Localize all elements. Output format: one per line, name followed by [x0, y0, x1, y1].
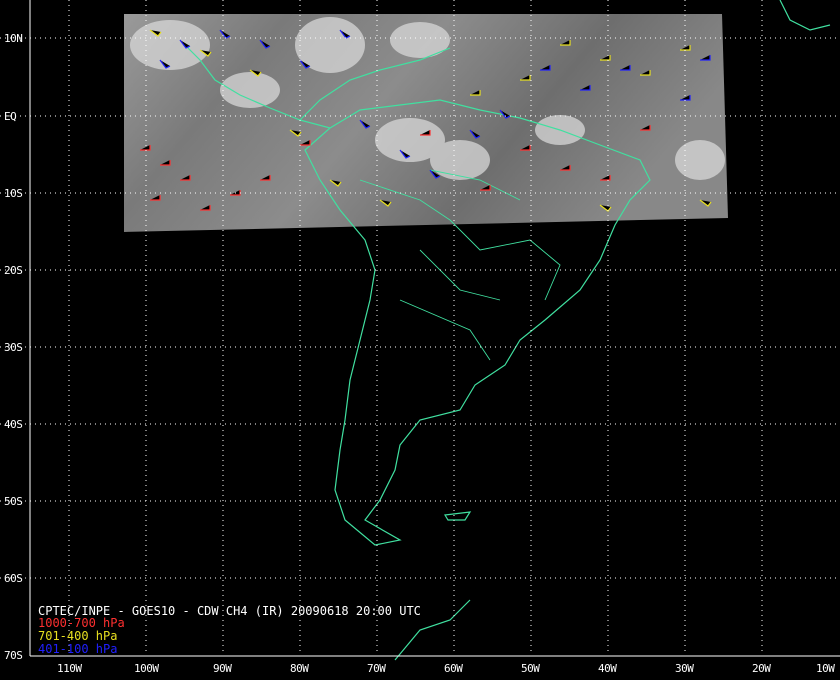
lon-label-100w: 100W: [134, 662, 159, 675]
lon-label-110w: 110W: [57, 662, 82, 675]
lon-label-40w: 40W: [598, 662, 617, 675]
map-canvas: [0, 0, 840, 661]
lat-label-30s: 30S: [4, 341, 23, 354]
lon-label-80w: 80W: [290, 662, 309, 675]
lat-label-eq: EQ: [4, 110, 17, 123]
lon-label-90w: 90W: [213, 662, 232, 675]
legend-high-level: 401-100 hPa: [38, 642, 118, 656]
north-america-coast: [779, 0, 831, 31]
lat-label-50s: 50S: [4, 495, 23, 508]
lon-label-10w: 10W: [816, 662, 835, 675]
lat-label-60s: 60S: [4, 572, 23, 585]
lat-label-10n: 10N: [4, 32, 23, 45]
legend-low-level: 1000-700 hPa: [38, 616, 125, 630]
lon-label-30w: 30W: [675, 662, 694, 675]
lat-label-10s: 10S: [4, 187, 23, 200]
lon-label-70w: 70W: [367, 662, 386, 675]
lon-label-60w: 60W: [444, 662, 463, 675]
lon-label-20w: 20W: [752, 662, 771, 675]
lat-label-40s: 40S: [4, 418, 23, 431]
lat-label-70s: 70S: [4, 649, 23, 662]
falkland-islands: [444, 511, 472, 521]
legend-mid-level: 701-400 hPa: [38, 629, 118, 643]
lon-label-50w: 50W: [521, 662, 540, 675]
lat-label-20s: 20S: [4, 264, 23, 277]
